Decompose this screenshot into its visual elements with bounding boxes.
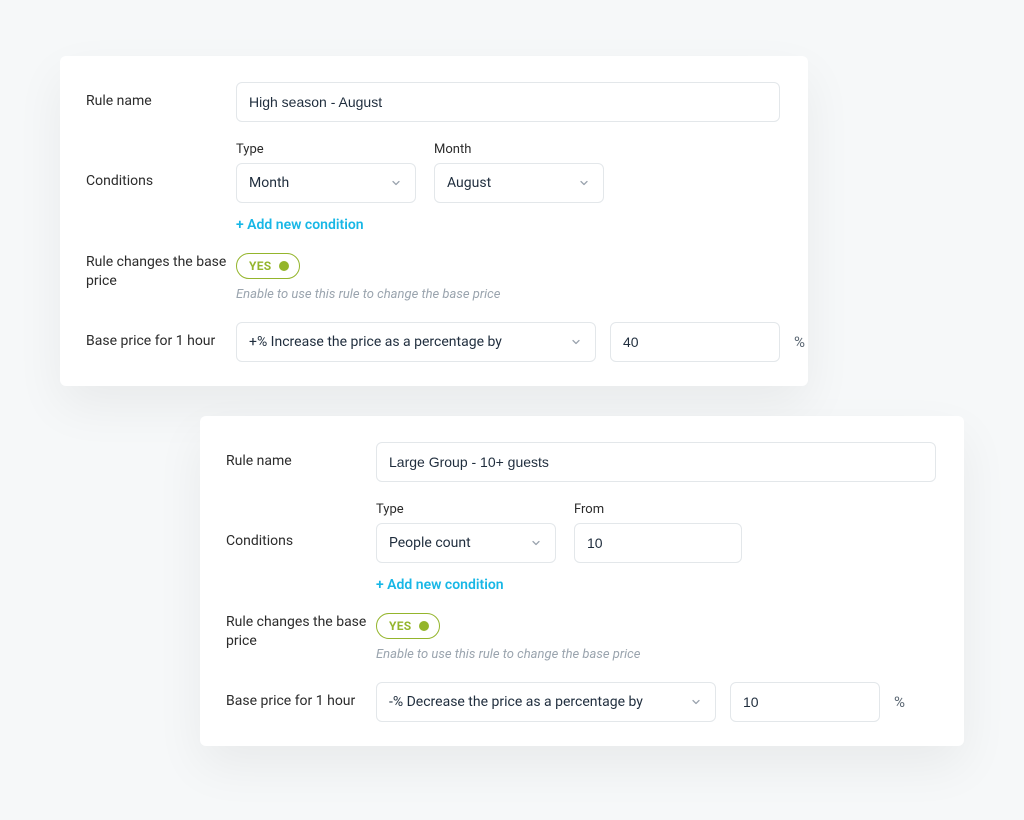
condition-from-input[interactable] xyxy=(574,523,742,563)
condition-type-value: Month xyxy=(249,175,289,191)
price-operation-value: -% Decrease the price as a percentage by xyxy=(389,694,643,710)
add-condition-link[interactable]: + Add new condition xyxy=(376,577,504,593)
chevron-down-icon xyxy=(687,693,705,711)
changes-base-price-helper: Enable to use this rule to change the ba… xyxy=(376,647,936,662)
condition-month-value: August xyxy=(447,175,491,191)
price-amount-input[interactable] xyxy=(730,682,880,722)
base-price-label: Base price for 1 hour xyxy=(226,682,376,711)
toggle-text: YES xyxy=(249,259,271,273)
conditions-label: Conditions xyxy=(226,502,376,551)
condition-type-value: People count xyxy=(389,535,471,551)
condition-type-select[interactable]: People count xyxy=(376,523,556,563)
condition-month-label: Month xyxy=(434,142,604,157)
changes-base-price-toggle[interactable]: YES xyxy=(236,253,300,279)
changes-base-price-helper: Enable to use this rule to change the ba… xyxy=(236,287,780,302)
chevron-down-icon xyxy=(567,333,585,351)
changes-base-price-label: Rule changes the base price xyxy=(86,253,236,291)
rule-name-input[interactable] xyxy=(236,82,780,122)
conditions-label: Conditions xyxy=(86,142,236,191)
toggle-dot-icon xyxy=(279,261,289,271)
condition-from-label: From xyxy=(574,502,742,517)
chevron-down-icon xyxy=(575,174,593,192)
pricing-rule-card: Rule name Conditions Type Month xyxy=(60,56,808,386)
price-operation-select[interactable]: -% Decrease the price as a percentage by xyxy=(376,682,716,722)
base-price-label: Base price for 1 hour xyxy=(86,322,236,351)
rule-name-label: Rule name xyxy=(226,442,376,471)
percent-suffix: % xyxy=(794,333,805,351)
pricing-rule-card: Rule name Conditions Type People count xyxy=(200,416,964,746)
rule-name-input[interactable] xyxy=(376,442,936,482)
percent-suffix: % xyxy=(894,693,905,711)
condition-type-label: Type xyxy=(236,142,416,157)
condition-month-select[interactable]: August xyxy=(434,163,604,203)
price-amount-input[interactable] xyxy=(610,322,780,362)
condition-type-select[interactable]: Month xyxy=(236,163,416,203)
condition-type-label: Type xyxy=(376,502,556,517)
chevron-down-icon xyxy=(527,534,545,552)
changes-base-price-label: Rule changes the base price xyxy=(226,613,376,651)
chevron-down-icon xyxy=(387,174,405,192)
price-operation-select[interactable]: +% Increase the price as a percentage by xyxy=(236,322,596,362)
toggle-dot-icon xyxy=(419,621,429,631)
price-operation-value: +% Increase the price as a percentage by xyxy=(249,334,502,350)
rule-name-label: Rule name xyxy=(86,82,236,111)
toggle-text: YES xyxy=(389,619,411,633)
changes-base-price-toggle[interactable]: YES xyxy=(376,613,440,639)
add-condition-link[interactable]: + Add new condition xyxy=(236,217,364,233)
